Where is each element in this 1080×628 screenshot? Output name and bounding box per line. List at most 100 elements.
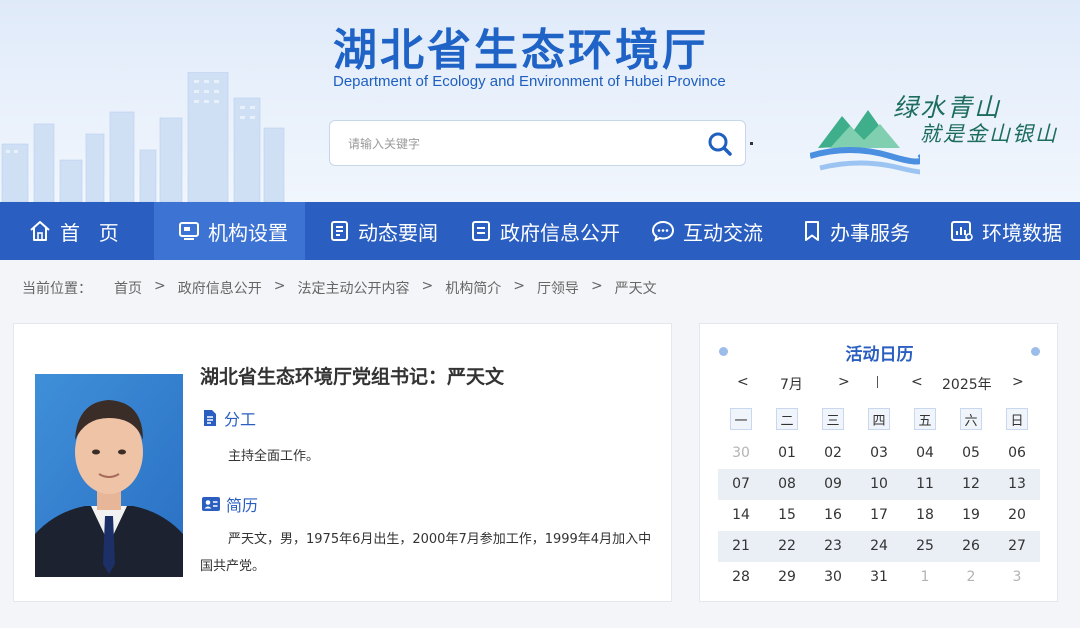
calendar-day[interactable]: 20 <box>1002 507 1032 523</box>
next-year-button[interactable]: > <box>1012 374 1024 390</box>
nav-label: 政府信息公开 <box>500 220 620 245</box>
resume-heading-label: 简历 <box>226 496 259 515</box>
calendar-day[interactable]: 06 <box>1002 445 1032 461</box>
breadcrumb-link-statutory[interactable]: 法定主动公开内容 <box>297 278 409 298</box>
document-icon <box>204 410 216 426</box>
site-title: 湖北省生态环境厅 <box>333 25 709 76</box>
calendar-day[interactable]: 23 <box>818 538 848 554</box>
resume-heading: 简历 <box>202 492 258 516</box>
calendar-day[interactable]: 13 <box>1002 476 1032 492</box>
weekday-header: 六 <box>960 408 982 430</box>
calendar-day[interactable]: 15 <box>772 507 802 523</box>
chart-icon <box>951 221 973 241</box>
search-box <box>329 120 746 166</box>
calendar-divider <box>877 376 878 388</box>
duty-heading: 分工 <box>202 406 256 430</box>
calendar-title: 活动日历 <box>845 345 914 365</box>
nav-label: 环境数据 <box>982 220 1062 245</box>
nav-label: 首 页 <box>60 220 121 245</box>
decorative-dot <box>750 142 753 145</box>
search-input[interactable] <box>348 134 688 154</box>
calendar-day[interactable]: 08 <box>772 476 802 492</box>
calendar-day[interactable]: 17 <box>864 507 894 523</box>
calendar-day[interactable]: 21 <box>726 538 756 554</box>
nav-item-home[interactable]: 首 页 <box>28 202 154 260</box>
calendar-day[interactable]: 16 <box>818 507 848 523</box>
breadcrumb-prefix: 当前位置： <box>22 281 92 297</box>
calendar-day[interactable]: 02 <box>818 445 848 461</box>
calendar-day[interactable]: 09 <box>818 476 848 492</box>
prev-year-button[interactable]: < <box>911 374 923 390</box>
calendar-day[interactable]: 28 <box>726 569 756 585</box>
weekday-header: 三 <box>822 408 844 430</box>
nav-item-organization[interactable]: 机构设置 <box>154 202 305 260</box>
nav-item-env-data[interactable]: 环境数据 <box>950 202 1076 260</box>
breadcrumb-link-leaders[interactable]: 厅领导 <box>537 278 579 298</box>
search-button[interactable] <box>705 129 735 159</box>
breadcrumb-separator: > <box>513 278 525 294</box>
nav-label: 动态要闻 <box>358 220 438 245</box>
next-month-button[interactable]: > <box>838 374 850 390</box>
resume-text: 严天文，男，1975年6月出生，2000年7月参加工作，1999年4月加入中国共… <box>200 532 652 574</box>
calendar-day-outside[interactable]: 1 <box>910 569 940 585</box>
calendar-day[interactable]: 22 <box>772 538 802 554</box>
calendar-day-outside[interactable]: 2 <box>956 569 986 585</box>
news-icon <box>331 221 348 241</box>
calendar-day[interactable]: 01 <box>772 445 802 461</box>
breadcrumb-current[interactable]: 严天文 <box>615 278 657 298</box>
calendar-day[interactable]: 29 <box>772 569 802 585</box>
calendar-day[interactable]: 10 <box>864 476 894 492</box>
calendar-year: 2025年 <box>942 377 992 393</box>
nav-label: 机构设置 <box>208 220 288 245</box>
calendar-day[interactable]: 25 <box>910 538 940 554</box>
duty-heading-label: 分工 <box>224 410 257 429</box>
calendar-day[interactable]: 05 <box>956 445 986 461</box>
duty-text: 主持全面工作。 <box>228 449 320 464</box>
weekday-header: 五 <box>914 408 936 430</box>
prev-month-button[interactable]: < <box>737 374 749 390</box>
calendar-day[interactable]: 19 <box>956 507 986 523</box>
slogan-line-2: 就是金山银山 <box>920 122 1058 146</box>
nav-item-services[interactable]: 办事服务 <box>802 202 928 260</box>
calendar-day[interactable]: 03 <box>864 445 894 461</box>
breadcrumb-link-org-intro[interactable]: 机构简介 <box>445 278 501 298</box>
calendar-day[interactable]: 11 <box>910 476 940 492</box>
slogan-banner: 绿水青山 就是金山银山 <box>810 86 1070 186</box>
monitor-icon <box>179 222 199 240</box>
calendar-day[interactable]: 27 <box>1002 538 1032 554</box>
nav-label: 办事服务 <box>830 220 910 245</box>
calendar-day[interactable]: 14 <box>726 507 756 523</box>
calendar-day[interactable]: 18 <box>910 507 940 523</box>
calendar-day-outside[interactable]: 30 <box>726 445 756 461</box>
city-skyline-illustration <box>1 72 285 202</box>
calendar-day[interactable]: 04 <box>910 445 940 461</box>
nav-item-interaction[interactable]: 互动交流 <box>651 202 777 260</box>
breadcrumb-separator: > <box>154 278 166 294</box>
breadcrumb-separator: > <box>590 278 603 294</box>
bookmark-icon <box>805 221 819 241</box>
breadcrumb-separator: > <box>273 278 286 294</box>
leader-card: 湖北省生态环境厅党组书记：严天文 分工 主持全面工作。 简历 严天文，男，197… <box>13 323 672 602</box>
leader-photo <box>35 374 183 577</box>
chat-icon <box>651 220 675 242</box>
calendar-day[interactable]: 12 <box>956 476 986 492</box>
breadcrumb-link-home[interactable]: 首页 <box>114 278 142 298</box>
calendar-day[interactable]: 24 <box>864 538 894 554</box>
nav-label: 互动交流 <box>683 220 763 245</box>
calendar-day[interactable]: 30 <box>818 569 848 585</box>
calendar-day[interactable]: 31 <box>864 569 894 585</box>
weekday-header: 二 <box>776 408 798 430</box>
breadcrumb-separator: > <box>421 278 434 294</box>
nav-item-gov-info[interactable]: 政府信息公开 <box>470 202 630 260</box>
weekday-header: 一 <box>730 408 752 430</box>
calendar-day-outside[interactable]: 3 <box>1002 569 1032 585</box>
document-icon <box>472 221 490 241</box>
breadcrumb-link-gov-info[interactable]: 政府信息公开 <box>178 278 262 298</box>
id-card-icon <box>202 497 220 511</box>
search-icon <box>708 132 732 156</box>
calendar-day[interactable]: 07 <box>726 476 756 492</box>
calendar-day[interactable]: 26 <box>956 538 986 554</box>
home-icon <box>30 221 50 241</box>
site-subtitle: Department of Ecology and Environment of… <box>333 73 726 90</box>
nav-item-news[interactable]: 动态要闻 <box>328 202 454 260</box>
